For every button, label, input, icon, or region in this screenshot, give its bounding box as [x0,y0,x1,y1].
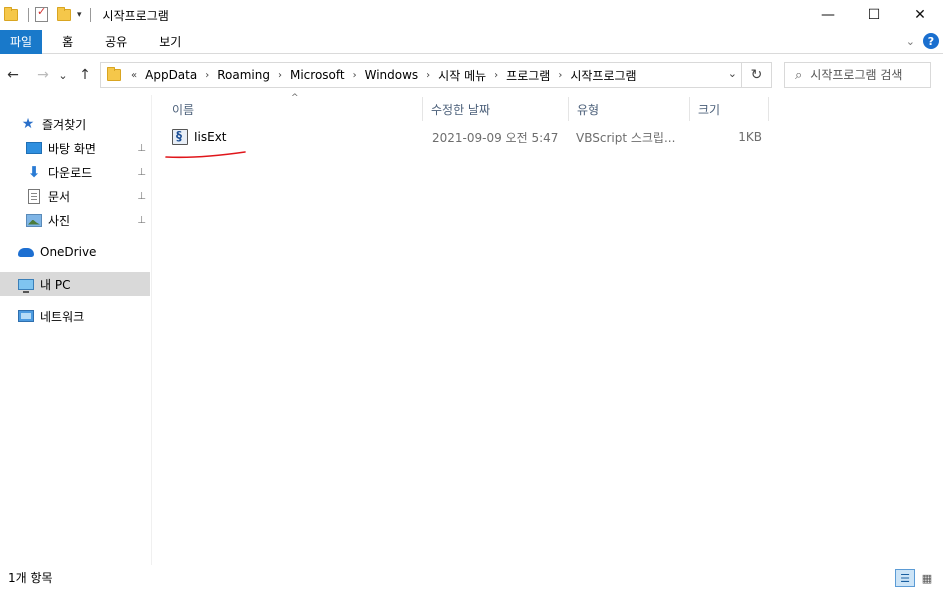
toolbar-divider [28,8,29,22]
breadcrumb-microsoft[interactable]: Microsoft [286,68,349,82]
folder-icon[interactable] [4,7,20,23]
breadcrumb-windows[interactable]: Windows [361,68,423,82]
window-controls: — ☐ ✕ [805,0,943,30]
address-bar[interactable]: « AppData › Roaming › Microsoft › Window… [100,62,772,88]
sidebar-item-label: 문서 [48,189,71,204]
breadcrumb-separator[interactable]: › [274,70,286,81]
sidebar-item-label: 즐겨찾기 [42,117,87,132]
toolbar-divider [89,8,91,22]
sidebar-item-documents[interactable]: 문서 ⊥ [0,184,150,208]
computer-icon [18,276,34,293]
file-name-cell: IisExt [172,125,227,149]
breadcrumb-roaming[interactable]: Roaming [213,68,274,82]
item-count: 1개 항목 [8,571,53,585]
sidebar-item-label: 다운로드 [48,165,93,180]
sidebar-item-onedrive[interactable]: OneDrive [0,240,150,264]
sidebar-item-label: 사진 [48,213,71,228]
breadcrumb-separator[interactable]: › [554,70,566,81]
tab-home[interactable]: 홈 [46,30,89,54]
tab-file[interactable]: 파일 [0,29,43,54]
customize-toolbar-icon[interactable]: ▾ [77,10,82,20]
sidebar-item-this-pc[interactable]: 내 PC [0,272,150,296]
breadcrumb-start-menu[interactable]: 시작 메뉴 [434,67,490,84]
search-input[interactable] [810,68,921,82]
breadcrumb-startup[interactable]: 시작프로그램 [566,67,640,84]
ribbon-right: ⌄ ? [906,33,939,49]
pin-icon[interactable]: ⊥ [137,191,146,202]
table-row[interactable]: IisExt 2021-09-09 오전 5:47 VBScript 스크립..… [166,125,770,149]
file-name: IisExt [194,130,227,144]
navigation-pane: ★ 즐겨찾기 바탕 화면 ⊥ ⬇ 다운로드 ⊥ 문서 ⊥ 사진 ⊥ OneDri… [0,95,152,565]
chevron-down-icon[interactable]: ⌄ [906,35,915,48]
column-header-name[interactable]: 이름 [164,95,422,123]
column-header-modified[interactable]: 수정한 날짜 [423,95,568,123]
file-type: VBScript 스크립... [576,130,676,145]
download-icon: ⬇ [27,163,41,181]
column-header-size[interactable]: 크기 [690,95,768,123]
column-divider[interactable] [768,97,769,121]
breadcrumb-overflow[interactable]: « [127,70,141,81]
breadcrumb-programs[interactable]: 프로그램 [502,67,554,84]
pin-icon[interactable]: ⊥ [137,215,146,226]
maximize-button[interactable]: ☐ [851,0,897,30]
file-list: ^ 이름 수정한 날짜 유형 크기 IisExt 2021-09-09 오전 5… [152,93,943,565]
breadcrumb-separator[interactable]: › [422,70,434,81]
close-button[interactable]: ✕ [897,0,943,30]
vbscript-file-icon [172,129,188,145]
status-bar: 1개 항목 ☰ ▦ [0,565,943,590]
pictures-icon [26,212,42,228]
forward-button[interactable]: → [32,64,54,86]
search-icon: ⌕ [795,67,803,83]
file-size: 1KB [738,130,762,144]
ribbon-tabs: 파일 홈 공유 보기 ⌄ ? [0,29,943,54]
red-underline-annotation [165,151,246,159]
column-header-type[interactable]: 유형 [569,95,689,123]
sidebar-item-network[interactable]: 네트워크 [0,304,150,328]
sidebar-item-label: 네트워크 [40,309,85,324]
sidebar-item-quick-access[interactable]: ★ 즐겨찾기 [0,112,150,136]
title-bar: ▾ 시작프로그램 — ☐ ✕ [0,0,943,30]
breadcrumb-separator[interactable]: › [201,70,213,81]
star-icon: ★ [21,116,35,132]
sidebar-item-label: 바탕 화면 [48,141,96,156]
sidebar-item-label: OneDrive [40,245,97,259]
recent-locations-button[interactable]: ⌄ [56,64,70,86]
help-icon[interactable]: ? [923,33,939,49]
pin-icon[interactable]: ⊥ [137,167,146,178]
window-title: 시작프로그램 [102,8,169,23]
quick-access-toolbar: ▾ [0,0,97,30]
new-folder-icon[interactable] [57,7,73,23]
tab-view[interactable]: 보기 [143,30,197,54]
file-modified: 2021-09-09 오전 5:47 [432,130,559,145]
up-button[interactable]: ↑ [74,64,96,86]
breadcrumb: « AppData › Roaming › Microsoft › Window… [127,67,641,84]
tab-share[interactable]: 공유 [89,30,143,54]
desktop-icon [26,140,42,156]
large-icons-view-button[interactable]: ▦ [917,569,937,587]
sidebar-item-desktop[interactable]: 바탕 화면 ⊥ [0,136,150,160]
document-icon [26,188,42,204]
minimize-button[interactable]: — [805,0,851,30]
address-dropdown-icon[interactable]: ⌄ [728,67,737,80]
sidebar-item-pictures[interactable]: 사진 ⊥ [0,208,150,232]
breadcrumb-appdata[interactable]: AppData [141,68,201,82]
breadcrumb-separator[interactable]: › [349,70,361,81]
properties-icon[interactable] [35,5,51,23]
details-view-button[interactable]: ☰ [895,569,915,587]
network-icon [18,308,34,324]
refresh-button[interactable]: ↻ [741,63,771,87]
sidebar-item-label: 내 PC [40,277,71,292]
search-box[interactable]: ⌕ [784,62,931,88]
cloud-icon [18,244,34,260]
back-button[interactable]: ← [2,64,24,86]
navigation-bar: ← → ⌄ ↑ « AppData › Roaming › Microsoft … [0,55,943,95]
view-switcher: ☰ ▦ [893,569,937,587]
folder-icon [107,67,121,81]
sidebar-item-downloads[interactable]: ⬇ 다운로드 ⊥ [0,160,150,184]
pin-icon[interactable]: ⊥ [137,143,146,154]
breadcrumb-separator[interactable]: › [490,70,502,81]
